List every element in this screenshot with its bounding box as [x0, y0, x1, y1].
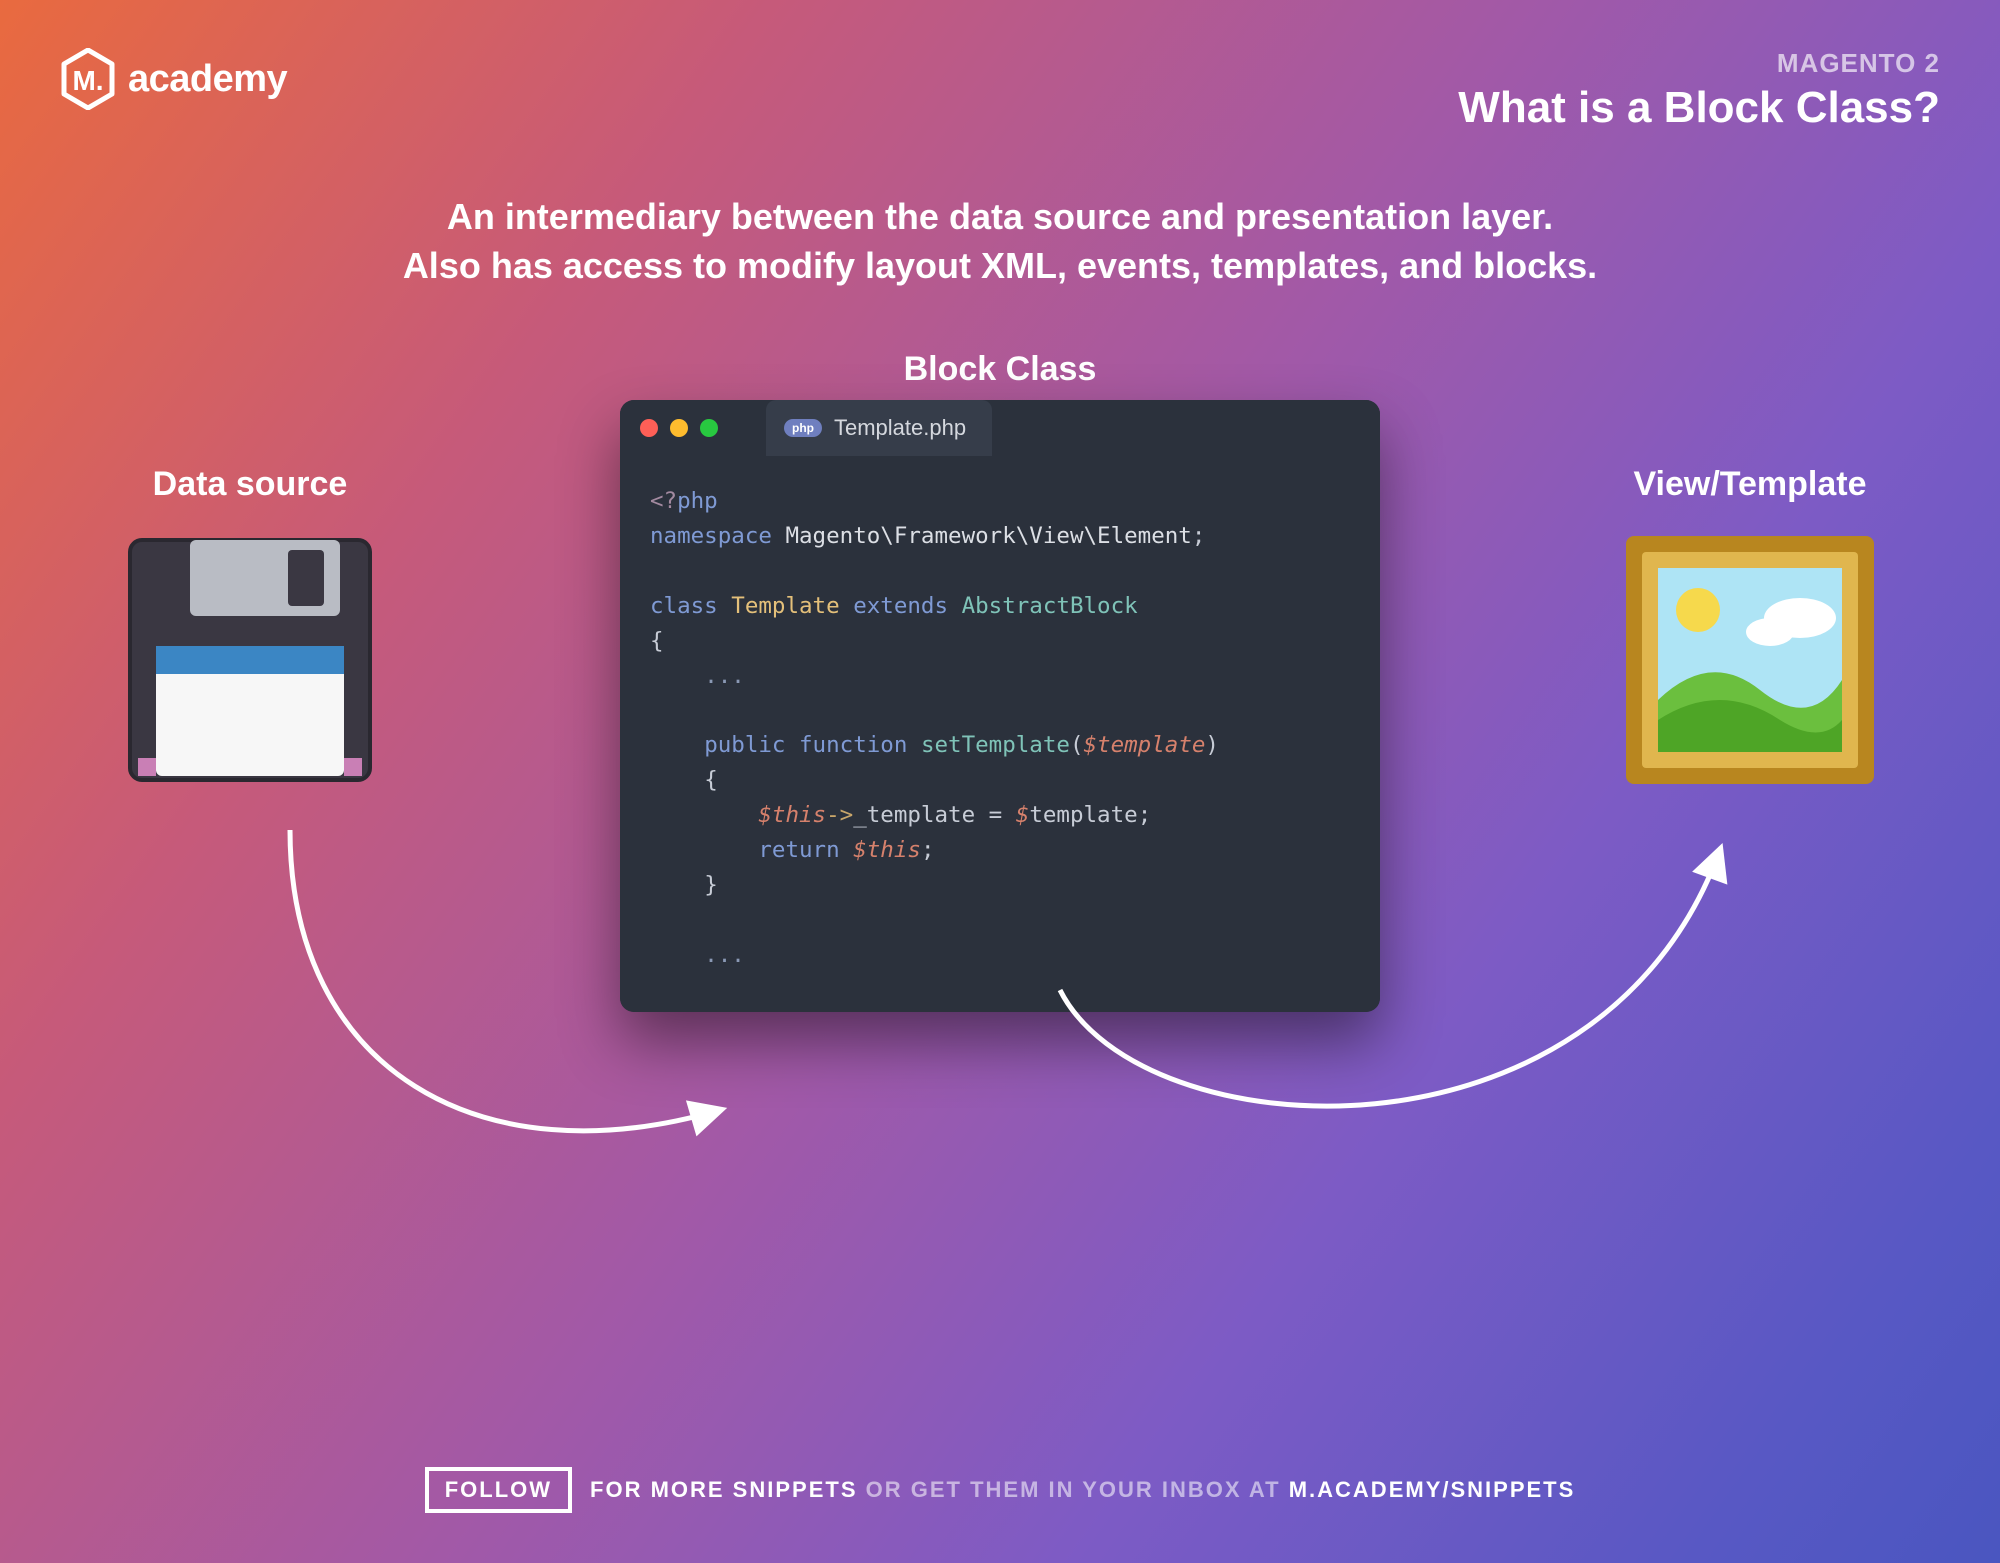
svg-text:M.: M.: [72, 65, 103, 96]
php-badge: php: [784, 419, 822, 437]
label-block-class: Block Class: [0, 350, 2000, 389]
window-minimize-icon: [670, 419, 688, 437]
intro-line-2: Also has access to modify layout XML, ev…: [80, 242, 1920, 291]
editor-tab: php Template.php: [766, 400, 992, 456]
kicker-text: MAGENTO 2: [1458, 48, 1940, 79]
floppy-disk-icon: [120, 530, 380, 790]
code-editor: php Template.php <?php namespace Magento…: [620, 400, 1380, 1012]
footer-text: FOR MORE SNIPPETS OR GET THEM IN YOUR IN…: [590, 1477, 1575, 1503]
label-data-source: Data source: [100, 465, 400, 504]
brand-logo: M. academy: [60, 48, 287, 110]
hexagon-icon: M.: [60, 48, 116, 110]
framed-picture-icon: [1620, 530, 1880, 790]
tab-filename: Template.php: [834, 415, 966, 441]
page-title: What is a Block Class?: [1458, 83, 1940, 133]
editor-title-bar: php Template.php: [620, 400, 1380, 456]
code-content: <?php namespace Magento\Framework\View\E…: [620, 456, 1380, 1012]
label-view-template: View/Template: [1600, 465, 1900, 504]
intro-line-1: An intermediary between the data source …: [80, 193, 1920, 242]
window-zoom-icon: [700, 419, 718, 437]
window-close-icon: [640, 419, 658, 437]
follow-button[interactable]: FOLLOW: [425, 1467, 572, 1513]
brand-name: academy: [128, 58, 287, 101]
